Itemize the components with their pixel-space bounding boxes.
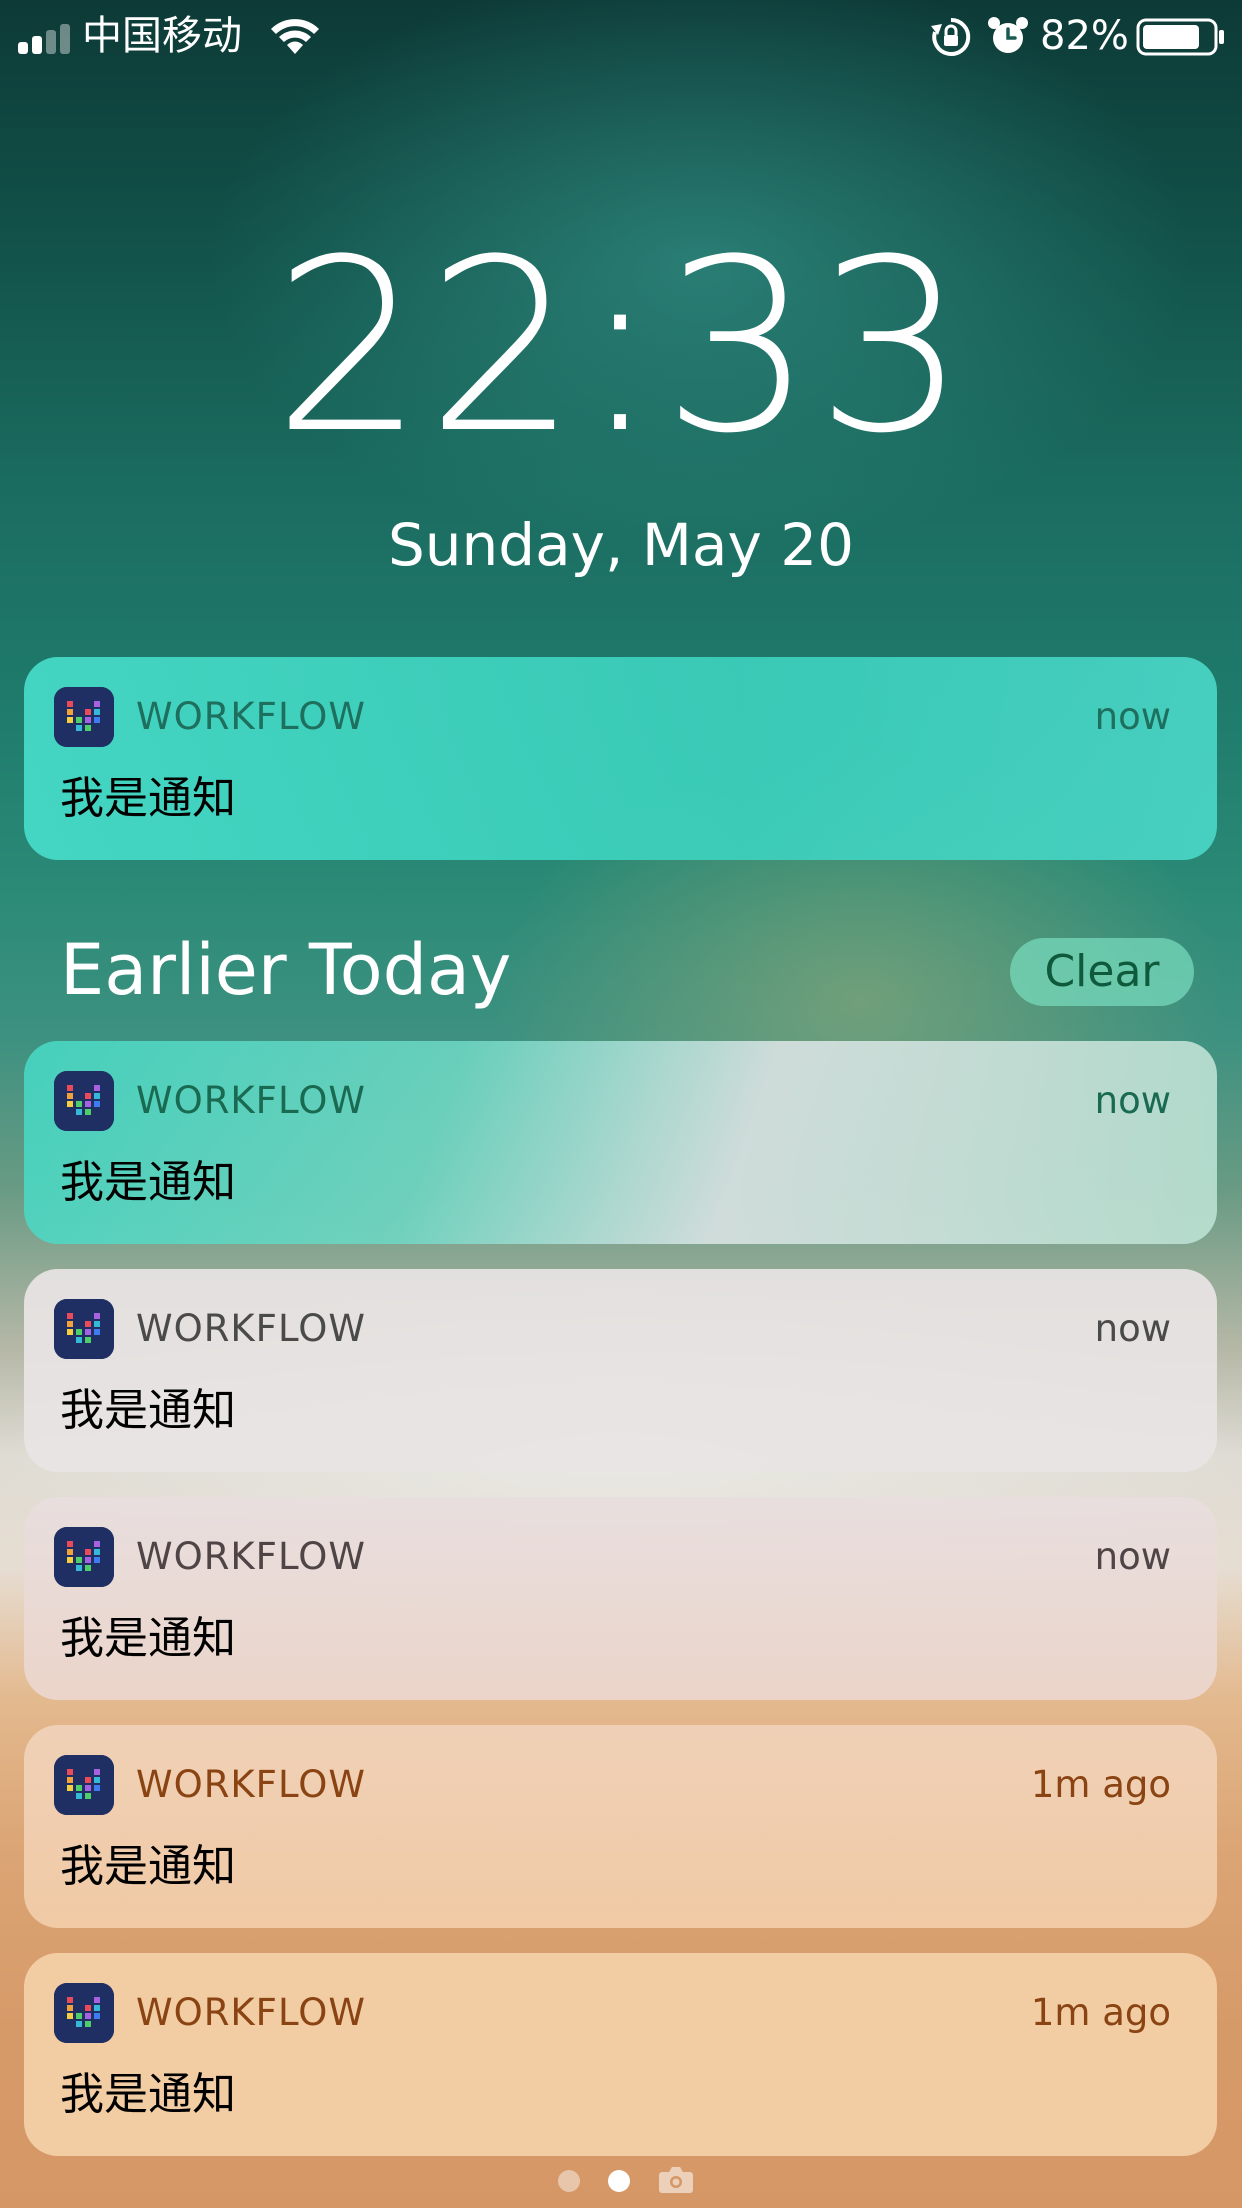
- notification-body: 我是通知: [60, 773, 236, 824]
- notification-app-name: WORKFLOW: [136, 1763, 366, 1806]
- clear-button[interactable]: Clear: [1010, 938, 1194, 1006]
- lock-screen-time: 22:33: [273, 209, 969, 486]
- notification-body: 我是通知: [60, 1841, 236, 1892]
- workflow-app-icon: [54, 687, 114, 747]
- signal-icon: [18, 24, 70, 54]
- lock-screen-date: Sunday, May 20: [387, 511, 855, 579]
- rotation-lock-icon: [931, 17, 971, 56]
- workflow-app-icon: [54, 1983, 114, 2043]
- carrier-label: 中国移动: [82, 13, 242, 59]
- battery-icon: [1136, 18, 1224, 56]
- notification-body: 我是通知: [60, 2069, 236, 2120]
- workflow-app-icon: [54, 1299, 114, 1359]
- notification-time: now: [1094, 695, 1171, 738]
- workflow-app-icon: [54, 1071, 114, 1131]
- notification-card[interactable]: WORKFLOW 1m ago 我是通知: [24, 1725, 1217, 1928]
- status-bar: 中国移动 82%: [0, 0, 1242, 72]
- notification-time: now: [1094, 1307, 1171, 1350]
- notification-time: 1m ago: [1030, 1991, 1171, 2034]
- notification-app-name: WORKFLOW: [136, 1307, 366, 1350]
- alarm-icon: [988, 17, 1028, 53]
- earlier-today-heading: Earlier Today: [60, 929, 512, 1011]
- battery-percent: 82%: [1040, 13, 1129, 59]
- notification-body: 我是通知: [60, 1157, 236, 1208]
- page-indicator[interactable]: [556, 2162, 696, 2196]
- notification-card[interactable]: WORKFLOW now 我是通知: [24, 1041, 1217, 1244]
- page-dot-current[interactable]: [608, 2170, 630, 2192]
- notification-card[interactable]: WORKFLOW now 我是通知: [24, 1497, 1217, 1700]
- notification-app-name: WORKFLOW: [136, 1991, 366, 2034]
- notification-card[interactable]: WORKFLOW 1m ago 我是通知: [24, 1953, 1217, 2156]
- notification-card[interactable]: WORKFLOW now 我是通知: [24, 1269, 1217, 1472]
- notification-time: 1m ago: [1030, 1763, 1171, 1806]
- notification-time: now: [1094, 1535, 1171, 1578]
- notification-time: now: [1094, 1079, 1171, 1122]
- notification-app-name: WORKFLOW: [136, 1079, 366, 1122]
- page-dot[interactable]: [558, 2170, 580, 2192]
- notification-body: 我是通知: [60, 1385, 236, 1436]
- workflow-app-icon: [54, 1755, 114, 1815]
- camera-icon[interactable]: [658, 2164, 694, 2194]
- notification-app-name: WORKFLOW: [136, 1535, 366, 1578]
- notification-body: 我是通知: [60, 1613, 236, 1664]
- wifi-icon: [271, 19, 319, 54]
- notification-app-name: WORKFLOW: [136, 695, 366, 738]
- workflow-app-icon: [54, 1527, 114, 1587]
- notification-card[interactable]: WORKFLOW now 我是通知: [24, 657, 1217, 860]
